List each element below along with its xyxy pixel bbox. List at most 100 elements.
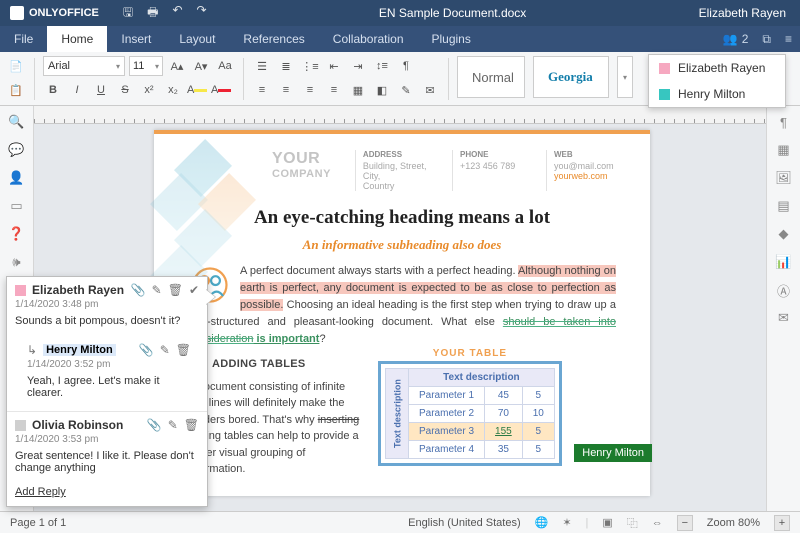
style-quote[interactable]: Georgia: [533, 56, 609, 98]
fit-icon[interactable]: ⇔: [652, 517, 663, 529]
image-settings-icon[interactable]: 🖼: [776, 170, 792, 186]
comment-body: Great sentence! I like it. Please don't …: [7, 448, 207, 482]
clear-style-icon[interactable]: ✎: [396, 80, 416, 100]
size-select[interactable]: 11▾: [129, 56, 163, 76]
delete-icon[interactable]: 🗑: [176, 343, 191, 357]
collab-item[interactable]: Henry Milton: [649, 81, 785, 107]
mail-settings-icon[interactable]: ✉: [776, 310, 792, 326]
about-icon[interactable]: 🕪: [9, 254, 25, 270]
collaborators-button[interactable]: 👥 2: [723, 32, 749, 46]
style-normal[interactable]: Normal: [457, 56, 525, 98]
open-location-icon[interactable]: ⧉: [762, 32, 771, 47]
tab-insert[interactable]: Insert: [107, 26, 165, 52]
spellcheck-icon[interactable]: 🌐: [535, 516, 549, 529]
heading-sub[interactable]: An informative subheading also does: [188, 237, 616, 253]
collab-count: 2: [742, 32, 749, 46]
tab-references[interactable]: References: [229, 26, 318, 52]
paragraph-1[interactable]: A perfect document always starts with a …: [188, 263, 616, 348]
increase-size-icon[interactable]: A▴: [167, 56, 187, 76]
save-icon[interactable]: 🖫: [123, 3, 133, 24]
subscript-icon[interactable]: x₂: [163, 80, 183, 100]
reply-arrow-icon: ↳: [27, 343, 37, 357]
table-title: YOUR TABLE: [378, 348, 562, 359]
search-icon[interactable]: 🔍: [9, 114, 25, 130]
page-indicator[interactable]: Page 1 of 1: [10, 517, 66, 529]
paragraph-mark-icon[interactable]: ¶: [396, 56, 416, 76]
paragraph-settings-icon[interactable]: ¶: [776, 114, 792, 130]
zoom-in-button[interactable]: +: [774, 515, 790, 531]
attach-icon[interactable]: 📎: [139, 343, 154, 357]
align-center-icon[interactable]: ≡: [276, 80, 296, 100]
indent-dec-icon[interactable]: ⇤: [324, 56, 344, 76]
fit-width-icon[interactable]: ⿻: [627, 515, 638, 531]
zoom-out-button[interactable]: −: [677, 515, 693, 531]
decrease-size-icon[interactable]: A▾: [191, 56, 211, 76]
tab-file[interactable]: File: [0, 26, 47, 52]
table-settings-icon[interactable]: ▦: [776, 142, 792, 158]
merge-icon[interactable]: ▦: [348, 80, 368, 100]
superscript-icon[interactable]: x²: [139, 80, 159, 100]
strike-icon[interactable]: S: [115, 80, 135, 100]
attach-icon[interactable]: 📎: [147, 418, 162, 432]
fit-page-icon[interactable]: ▣: [602, 516, 612, 529]
font-color-icon[interactable]: A: [211, 80, 231, 100]
comment-time: 1/14/2020 3:48 pm: [7, 299, 207, 313]
feedback-icon[interactable]: ❓: [9, 226, 25, 242]
paste-icon[interactable]: 📋: [6, 80, 26, 100]
align-right-icon[interactable]: ≡: [300, 80, 320, 100]
sample-table[interactable]: Text descriptionText description Paramet…: [378, 361, 562, 466]
tab-home[interactable]: Home: [47, 26, 107, 52]
font-select[interactable]: Arial▾: [43, 56, 125, 76]
document-page[interactable]: YOUR COMPANY ADDRESS Building, Street, C…: [154, 130, 650, 496]
delete-icon[interactable]: 🗑: [184, 418, 199, 432]
paragraph-tables[interactable]: A document consisting of infinite text l…: [188, 379, 364, 478]
line-spacing-icon[interactable]: ↕≡: [372, 56, 392, 76]
print-icon[interactable]: 🖶: [147, 3, 158, 24]
undo-icon[interactable]: ↶: [172, 3, 182, 24]
copy-icon[interactable]: 📄: [6, 56, 26, 76]
heading-main[interactable]: An eye-catching heading means a lot: [188, 207, 616, 229]
zoom-indicator[interactable]: Zoom 80%: [707, 517, 760, 529]
shape-settings-icon[interactable]: ◆: [776, 226, 792, 242]
attach-icon[interactable]: 📎: [131, 283, 146, 297]
tracking-icon[interactable]: ✶: [562, 516, 571, 529]
tab-collaboration[interactable]: Collaboration: [319, 26, 418, 52]
style-expand-icon[interactable]: ▾: [617, 56, 633, 98]
align-left-icon[interactable]: ≡: [252, 80, 272, 100]
resolve-icon[interactable]: ✔: [189, 283, 199, 297]
edit-icon[interactable]: ✎: [168, 418, 178, 432]
bullets-icon[interactable]: ☰: [252, 56, 272, 76]
multilevel-icon[interactable]: ⋮≡: [300, 56, 320, 76]
ruler[interactable]: [34, 106, 766, 124]
current-user[interactable]: Elizabeth Rayen: [685, 6, 800, 20]
collab-name: Elizabeth Rayen: [678, 61, 765, 75]
collab-item[interactable]: Elizabeth Rayen: [649, 55, 785, 81]
tab-plugins[interactable]: Plugins: [418, 26, 485, 52]
menu-more-icon[interactable]: ≡: [785, 32, 792, 46]
highlight-icon[interactable]: A: [187, 80, 207, 100]
header-settings-icon[interactable]: ▤: [776, 198, 792, 214]
tab-layout[interactable]: Layout: [165, 26, 229, 52]
language-indicator[interactable]: English (United States): [408, 517, 521, 529]
align-justify-icon[interactable]: ≡: [324, 80, 344, 100]
chat-icon[interactable]: 👤: [9, 170, 25, 186]
edit-icon[interactable]: ✎: [160, 343, 170, 357]
section-title: 1 ADDING TABLES: [188, 356, 364, 373]
bold-icon[interactable]: B: [43, 80, 63, 100]
edit-icon[interactable]: ✎: [152, 283, 162, 297]
comments-panel-icon[interactable]: 💬: [9, 142, 25, 158]
comment-author: Olivia Robinson: [32, 418, 123, 432]
italic-icon[interactable]: I: [67, 80, 87, 100]
underline-icon[interactable]: U: [91, 80, 111, 100]
mailmerge-icon[interactable]: ✉: [420, 80, 440, 100]
numbering-icon[interactable]: ≣: [276, 56, 296, 76]
indent-inc-icon[interactable]: ⇥: [348, 56, 368, 76]
delete-icon[interactable]: 🗑: [168, 283, 183, 297]
add-reply-button[interactable]: Add Reply: [7, 482, 207, 506]
textart-settings-icon[interactable]: Ⓐ: [776, 282, 792, 298]
change-case-icon[interactable]: Aa: [215, 56, 235, 76]
shading-icon[interactable]: ◧: [372, 80, 392, 100]
navigation-icon[interactable]: ▭: [9, 198, 25, 214]
redo-icon[interactable]: ↷: [197, 3, 207, 24]
chart-settings-icon[interactable]: 📊: [776, 254, 792, 270]
